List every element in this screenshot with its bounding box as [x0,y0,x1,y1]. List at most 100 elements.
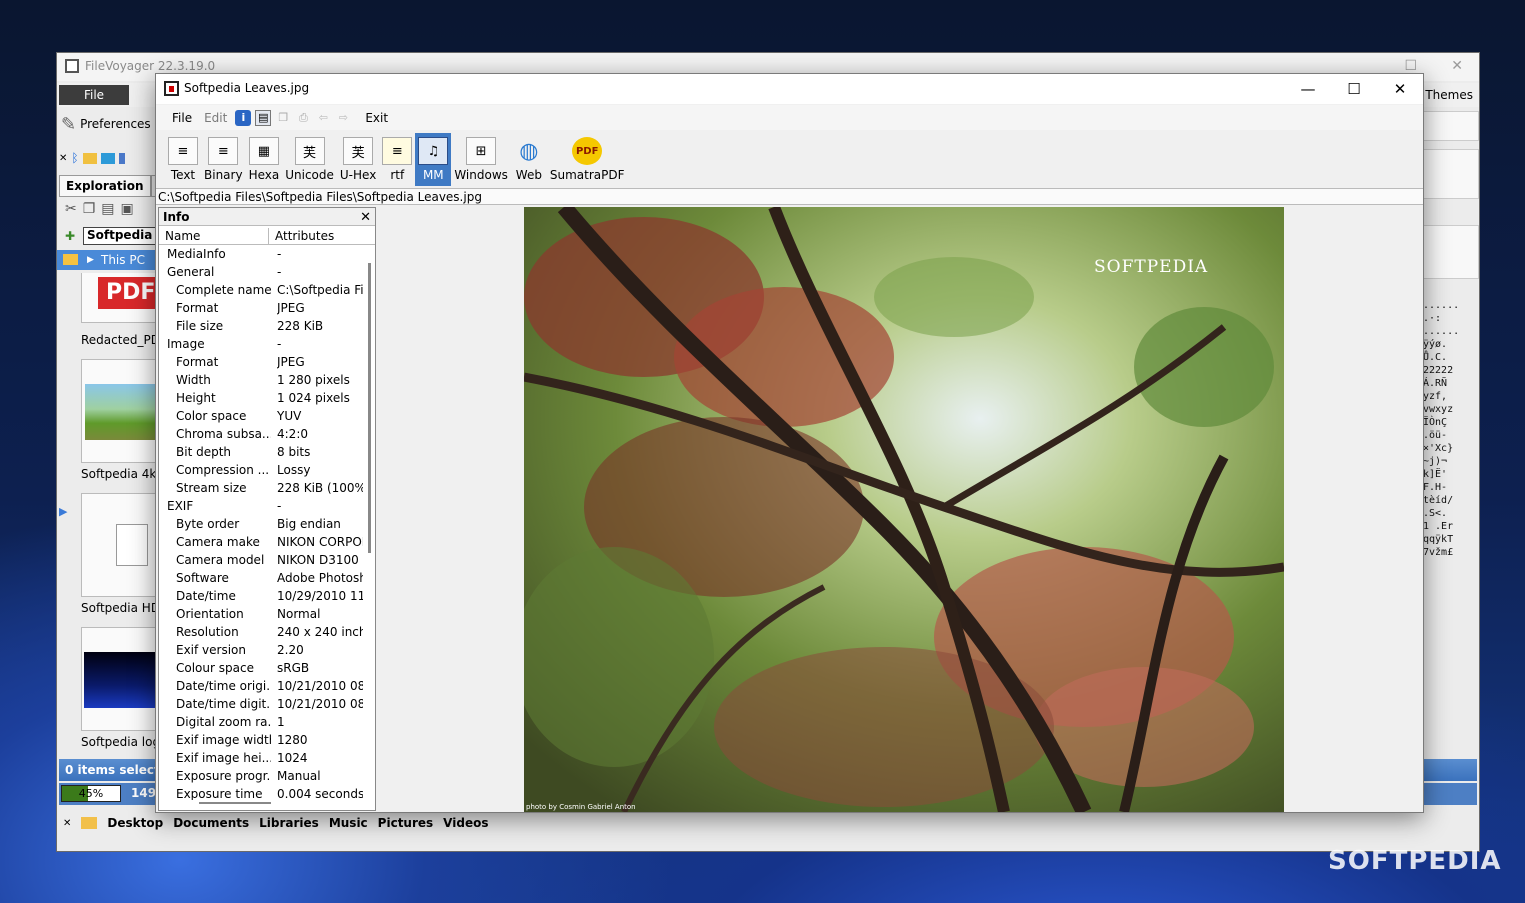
table-row[interactable]: Color space YUV [159,407,364,425]
table-row[interactable]: General - [159,263,364,281]
table-row[interactable]: Date/time 10/29/2010 11:3 [159,587,364,605]
attribute-name: Date/time digit... [176,697,271,711]
maximize-icon[interactable]: ☐ [1331,77,1377,101]
table-row[interactable]: Date/time origi... 10/21/2010 08:4 [159,677,364,695]
file-menu-button[interactable]: File [59,85,129,105]
table-row[interactable]: MediaInfo - [159,245,364,263]
table-row[interactable]: Chroma subsa... 4:2:0 [159,425,364,443]
info-icon[interactable]: i [235,109,252,126]
favorite-desktop[interactable]: Desktop [107,816,163,830]
table-row[interactable]: Exposure progr... Manual [159,767,364,785]
table-row[interactable]: Camera make NIKON CORPORATION [159,533,364,551]
drive-icon[interactable] [118,152,125,164]
copy-icon[interactable]: ❐ [83,201,102,217]
table-row[interactable]: Complete name C:\Softpedia Files [159,281,364,299]
monitor-icon[interactable] [100,152,115,164]
favorite-music[interactable]: Music [329,816,368,830]
table-row[interactable]: Byte order Big endian [159,515,364,533]
attribute-name: Height [176,391,216,405]
view-mm-button[interactable]: ♫ MM [415,133,452,186]
view-binary-button[interactable]: ≡ Binary [201,133,246,186]
file-path-bar: C:\Softpedia Files\Softpedia Files\Softp… [156,188,1423,205]
favorites-bar: ✕ Desktop Documents Libraries Music Pict… [57,809,1479,837]
table-row[interactable]: Exif image width 1280 [159,731,364,749]
breadcrumb[interactable]: ▶ This PC [57,250,157,270]
list-item[interactable]: PDF [81,273,157,323]
tab-exploration[interactable]: Exploration [59,175,151,197]
themes-menu[interactable]: Themes [1425,88,1473,102]
chevron-right-icon: ▶ [87,255,94,265]
table-row[interactable]: Bit depth 8 bits [159,443,364,461]
table-row[interactable]: File size 228 KiB [159,317,364,335]
table-row[interactable]: Format JPEG [159,299,364,317]
table-row[interactable]: Compression ... Lossy [159,461,364,479]
table-row[interactable]: Image - [159,335,364,353]
menu-edit[interactable]: Edit [200,109,231,127]
close-icon[interactable]: ✕ [360,209,371,227]
attribute-name: Exif image width [176,733,271,747]
folder-icon[interactable] [82,152,97,164]
menu-exit[interactable]: Exit [361,109,392,127]
list-item[interactable] [81,627,157,731]
vertical-scrollbar[interactable] [368,263,371,553]
photo-credit: photo by Cosmin Gabriel Anton [526,803,636,811]
save-icon[interactable]: ▤ [255,109,272,126]
close-icon[interactable]: ✕ [1451,58,1463,74]
list-item[interactable] [81,359,157,463]
close-icon[interactable]: ✕ [1377,77,1423,101]
menu-file[interactable]: File [168,109,196,127]
view-windows-button[interactable]: ⊞ Windows [451,133,511,186]
view-text-button[interactable]: ≡ Text [165,133,201,186]
table-row[interactable]: Digital zoom ra... 1 [159,713,364,731]
list-item[interactable] [81,493,157,597]
view-rtf-button[interactable]: ≡ rtf [379,133,415,186]
attribute-name: File size [176,319,224,333]
table-row[interactable]: Format JPEG [159,353,364,371]
favorite-libraries[interactable]: Libraries [259,816,319,830]
add-icon[interactable]: ✚ [65,229,75,243]
horizontal-scrollbar[interactable] [199,802,271,804]
column-header-attributes[interactable]: Attributes [269,228,334,244]
view-hexa-button[interactable]: ▦ Hexa [246,133,283,186]
maximize-icon[interactable]: ☐ [1404,58,1417,74]
view-web-button[interactable]: ◍ Web [511,133,547,186]
table-row[interactable]: EXIF - [159,497,364,515]
table-row[interactable]: Exif image hei... 1024 [159,749,364,767]
forward-arrow-icon[interactable]: ⇨ [335,110,351,126]
attribute-value: 1024 [277,751,308,765]
favorite-pictures[interactable]: Pictures [378,816,434,830]
minimize-icon[interactable]: — [1285,77,1331,101]
attribute-name: Format [176,355,219,369]
table-row[interactable]: Software Adobe Photoshop [159,569,364,587]
bluetooth-icon[interactable]: ᛒ [71,151,78,165]
table-row[interactable]: Resolution 240 x 240 inches [159,623,364,641]
paste-icon[interactable]: ▤ [101,201,120,217]
print-icon[interactable]: ⎙ [295,110,311,126]
media-viewer-area: SOFTPEDIA photo by Cosmin Gabriel Anton [378,207,1423,812]
favorite-documents[interactable]: Documents [173,816,249,830]
table-row[interactable]: Height 1 024 pixels [159,389,364,407]
view-unicode-button[interactable]: 芙 Unicode [282,133,337,186]
close-icon[interactable]: ✕ [63,818,71,829]
table-row[interactable]: Stream size 228 KiB (100%) [159,479,364,497]
table-row[interactable]: Date/time digit... 10/21/2010 08:4 [159,695,364,713]
view-sumatrapdf-button[interactable]: PDF SumatraPDF [547,133,628,186]
rename-icon[interactable]: ▣ [121,201,140,217]
back-arrow-icon[interactable]: ⇦ [315,110,331,126]
sumatrapdf-icon: PDF [572,137,603,165]
cut-icon[interactable]: ✂ [65,201,83,217]
pane-expand-icon[interactable]: ▶ [59,505,67,518]
table-row[interactable]: Colour space sRGB [159,659,364,677]
table-row[interactable]: Orientation Normal [159,605,364,623]
favorite-videos[interactable]: Videos [443,816,488,830]
copy-icon[interactable]: ❐ [275,110,291,126]
table-row[interactable]: Width 1 280 pixels [159,371,364,389]
path-input[interactable]: Softpedia F [83,227,157,245]
column-header-name[interactable]: Name [159,228,269,244]
preferences-button[interactable]: ✎ Preferences [61,109,159,139]
table-row[interactable]: Camera model NIKON D3100 [159,551,364,569]
table-row[interactable]: Exif version 2.20 [159,641,364,659]
close-icon[interactable]: ✕ [59,153,67,164]
table-row[interactable]: Exposure time 0.004 seconds [159,785,364,800]
view-u-hex-button[interactable]: 芙 U-Hex [337,133,379,186]
